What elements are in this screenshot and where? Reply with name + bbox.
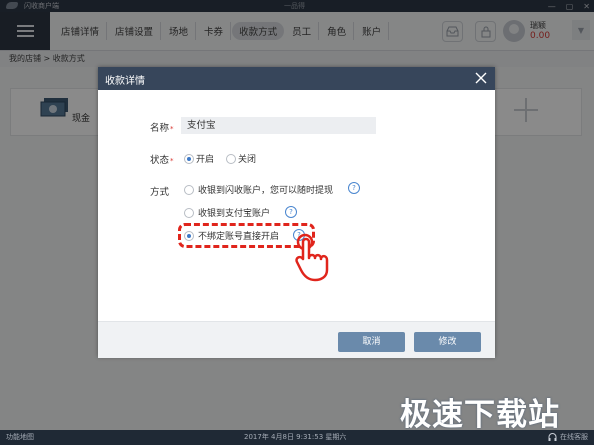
method-label: 方式 bbox=[150, 187, 170, 198]
edit-button[interactable]: 修改 bbox=[414, 332, 481, 352]
close-icon[interactable] bbox=[474, 71, 488, 85]
required-mark: * bbox=[170, 157, 174, 165]
method-alipay-account-label: 收银到支付宝账户 bbox=[198, 209, 271, 219]
method-flash-account-radio[interactable] bbox=[184, 185, 194, 195]
status-on-label: 开启 bbox=[196, 155, 215, 165]
status-label: 状态* bbox=[150, 155, 174, 166]
required-mark: * bbox=[170, 125, 174, 133]
status-datetime: 2017年 4月8日 9:31:53 星期六 bbox=[244, 433, 347, 441]
help-icon[interactable]: ? bbox=[348, 182, 360, 194]
status-bar: 功能地图 2017年 4月8日 9:31:53 星期六 在线客服 bbox=[0, 430, 594, 445]
cancel-button[interactable]: 取消 bbox=[338, 332, 405, 352]
name-label: 名称* bbox=[150, 123, 174, 134]
online-support-link[interactable]: 在线客服 bbox=[560, 430, 588, 445]
method-no-bind-label: 不绑定账号直接开启 bbox=[198, 232, 280, 242]
watermark: 极速下载站 bbox=[400, 397, 560, 433]
pointer-hand-icon bbox=[295, 233, 329, 282]
headset-icon bbox=[548, 433, 557, 441]
status-on-radio[interactable] bbox=[184, 154, 194, 164]
method-alipay-account-radio[interactable] bbox=[184, 208, 194, 218]
help-icon[interactable]: ? bbox=[285, 206, 297, 218]
payment-details-dialog: 收款详情 名称* 支付宝 状态* 开启 关闭 方式 收银到闪收账户，您可以随时提… bbox=[98, 67, 495, 358]
feature-map-link[interactable]: 功能地图 bbox=[6, 430, 34, 445]
status-off-radio[interactable] bbox=[226, 154, 236, 164]
name-field[interactable]: 支付宝 bbox=[181, 117, 376, 134]
dialog-title: 收款详情 bbox=[105, 76, 145, 87]
method-no-bind-radio[interactable] bbox=[184, 231, 194, 241]
dialog-header: 收款详情 bbox=[98, 67, 495, 90]
method-flash-account-label: 收银到闪收账户，您可以随时提现 bbox=[198, 186, 334, 196]
status-off-label: 关闭 bbox=[238, 155, 257, 165]
